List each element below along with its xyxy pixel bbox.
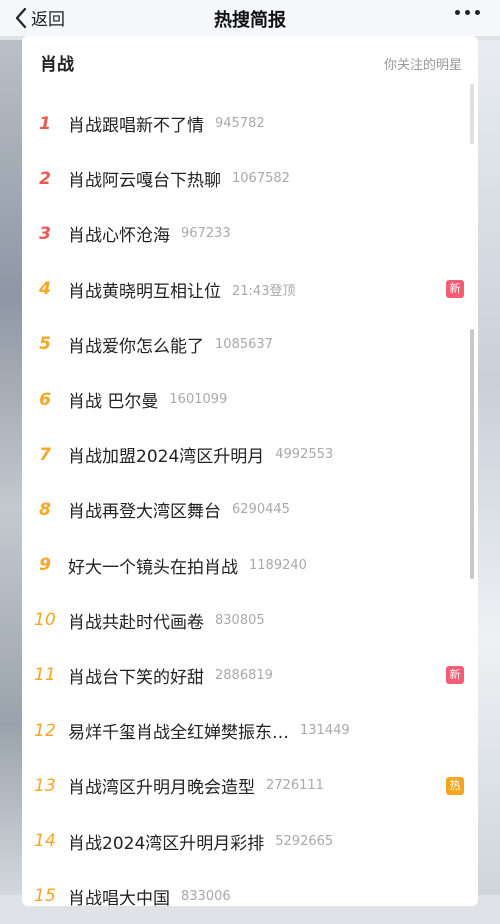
- heat-count: 1189240: [249, 557, 307, 573]
- list-item[interactable]: 6 肖战 巴尔曼 1601099: [22, 372, 478, 427]
- search-term: 肖战黄晓明互相让位: [68, 281, 221, 302]
- rank-number: 11: [34, 665, 56, 686]
- heat-count: 1067582: [232, 171, 290, 187]
- search-term: 肖战阿云嘎台下热聊: [68, 171, 221, 192]
- search-term: 肖战再登大湾区舞台: [68, 502, 221, 523]
- list-item[interactable]: 9 好大一个镜头在拍肖战 1189240: [22, 538, 478, 593]
- search-term: 肖战加盟2024湾区升明月: [68, 447, 265, 468]
- hot-search-card: 肖战 你关注的明星 1 肖战跟唱新不了情 945782 2 肖战阿云嘎台下热聊 10675…: [22, 36, 478, 909]
- new-badge: 新: [446, 280, 464, 299]
- list-item[interactable]: 4 肖战黄晓明互相让位 21:43登顶 新: [22, 262, 478, 317]
- more-dots-icon[interactable]: [455, 10, 480, 15]
- list-item[interactable]: 10 肖战共赴时代画卷 830805: [22, 593, 478, 648]
- heat-count: 1085637: [215, 336, 273, 352]
- heat-count: 1601099: [169, 392, 228, 408]
- list-item[interactable]: 3 肖战心怀沧海 967233: [22, 206, 478, 261]
- rank-number: 8: [39, 499, 51, 520]
- new-badge: 新: [446, 666, 464, 685]
- rank-number: 7: [39, 444, 51, 465]
- hot-search-list: 1 肖战跟唱新不了情 945782 2 肖战阿云嘎台下热聊 1067582 3 肖战心怀沧海 9…: [22, 96, 478, 924]
- heat-count: 4992553: [275, 447, 334, 463]
- background-photo-left: [0, 40, 22, 895]
- heat-count: 2886819: [215, 667, 273, 683]
- search-term: 肖战台下笑的好甜: [68, 667, 204, 688]
- rank-number: 15: [34, 886, 56, 907]
- heat-count: 830805: [215, 612, 265, 628]
- heat-count: 833006: [181, 888, 231, 904]
- top-bar: 返回 热搜简报: [0, 0, 500, 36]
- background-photo-right: [478, 40, 500, 895]
- rank-number: 5: [39, 334, 51, 355]
- list-item[interactable]: 1 肖战跟唱新不了情 945782: [22, 96, 478, 151]
- list-item[interactable]: 7 肖战加盟2024湾区升明月 4992553: [22, 427, 478, 482]
- rank-number: 6: [39, 389, 51, 410]
- heat-count: 131449: [300, 723, 350, 739]
- rank-number: 12: [34, 720, 56, 741]
- heat-count: 21:43登顶: [232, 283, 296, 299]
- list-item[interactable]: 5 肖战爱你怎么能了 1085637: [22, 317, 478, 372]
- search-term: 肖战湾区升明月晚会造型: [68, 778, 255, 799]
- search-term: 肖战跟唱新不了情: [68, 116, 204, 137]
- search-term: 肖战共赴时代画卷: [68, 612, 204, 633]
- heat-count: 6290445: [232, 502, 290, 518]
- search-term: 肖战心怀沧海: [68, 226, 170, 247]
- rank-number: 10: [34, 610, 56, 631]
- search-term: 肖战爱你怎么能了: [68, 336, 204, 357]
- followed-stars-link[interactable]: 你关注的明星: [384, 54, 462, 73]
- list-item[interactable]: 8 肖战再登大湾区舞台 6290445: [22, 482, 478, 537]
- card-heading: 肖战: [40, 55, 74, 75]
- list-item[interactable]: 14 肖战2024湾区升明月彩排 5292665: [22, 813, 478, 868]
- rank-number: 9: [39, 555, 51, 576]
- rank-number: 2: [39, 168, 51, 189]
- list-item[interactable]: 2 肖战阿云嘎台下热聊 1067582: [22, 151, 478, 206]
- page-title: 热搜简报: [214, 10, 286, 31]
- rank-number: 1: [39, 113, 51, 134]
- search-term: 肖战2024湾区升明月彩排: [68, 833, 265, 854]
- list-item[interactable]: 11 肖战台下笑的好甜 2886819 新: [22, 648, 478, 703]
- rank-number: 3: [39, 223, 51, 244]
- search-term: 好大一个镜头在拍肖战: [68, 557, 238, 578]
- heat-count: 2726111: [266, 778, 324, 794]
- search-term: 易烊千玺肖战全红婵樊振东…: [68, 723, 289, 744]
- list-item[interactable]: 13 肖战湾区升明月晚会造型 2726111 热: [22, 758, 478, 813]
- rank-number: 14: [34, 831, 56, 852]
- heat-count: 5292665: [275, 833, 334, 849]
- list-item[interactable]: 12 易烊千玺肖战全红婵樊振东… 131449: [22, 703, 478, 758]
- list-item[interactable]: 15 肖战唱大中国 833006: [22, 869, 478, 924]
- hot-badge: 热: [446, 776, 464, 795]
- search-term: 肖战唱大中国: [68, 888, 170, 909]
- search-term: 肖战 巴尔曼: [68, 392, 159, 413]
- heat-count: 967233: [181, 226, 231, 242]
- heat-count: 945782: [215, 116, 265, 132]
- rank-number: 4: [39, 279, 51, 300]
- rank-number: 13: [34, 775, 56, 796]
